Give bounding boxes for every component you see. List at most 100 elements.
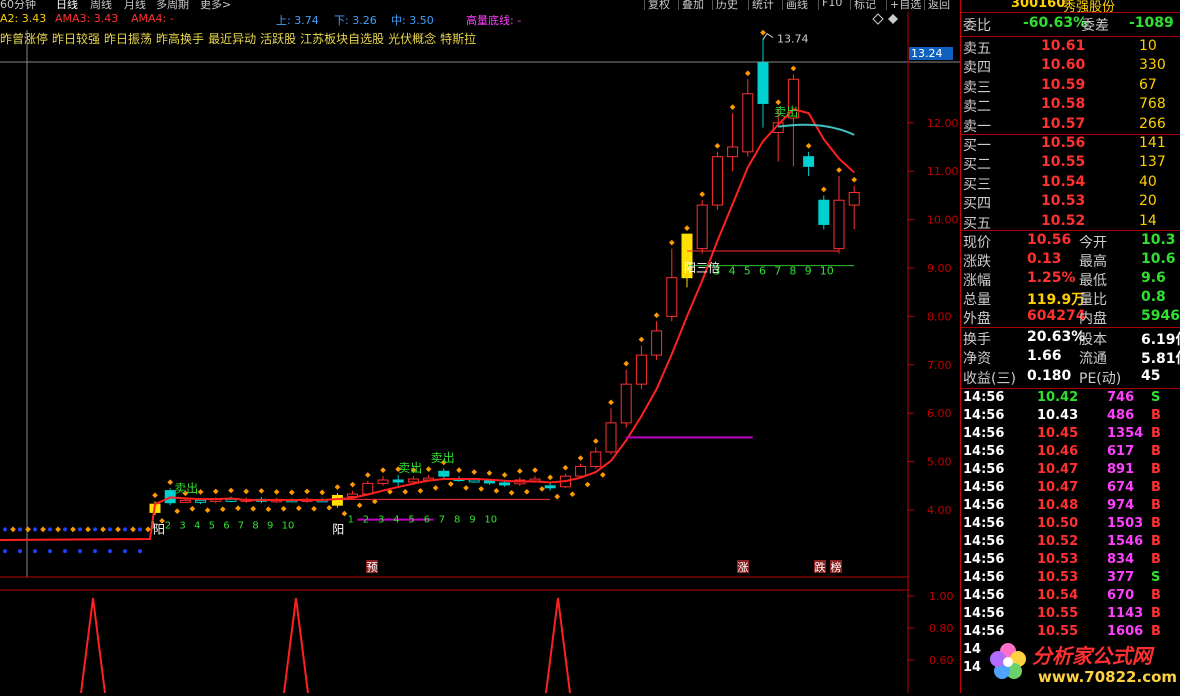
yang-label: 阳 [332, 522, 344, 536]
candle-body[interactable] [651, 330, 663, 356]
tick-row: 14:56 10.48 974 B [963, 498, 1161, 513]
candle-body[interactable] [666, 277, 678, 317]
signal-peak [545, 597, 571, 693]
mid-band-value: 中: 3.50 [391, 14, 434, 27]
candle-body[interactable] [590, 451, 602, 467]
candle-body[interactable] [392, 479, 404, 483]
period-60min[interactable]: 60分钟 [0, 0, 36, 12]
sell-level-row: 卖一 10.57 266 [963, 115, 1166, 135]
overlay-button[interactable]: 叠加 [678, 0, 707, 11]
tick-row: 14:56 10.43 486 B [963, 408, 1161, 423]
candle-body[interactable] [605, 422, 617, 453]
signal-diamond [714, 143, 721, 149]
sub-tick-label: 1.00 [929, 590, 954, 603]
back-button[interactable]: 返回 [924, 0, 953, 11]
candle-body[interactable] [544, 485, 556, 489]
high-pointer [762, 32, 774, 40]
y-tick-label: 7.00 [927, 359, 952, 372]
signal-diamond [174, 508, 181, 514]
band-dot [123, 527, 127, 532]
period-week[interactable]: 周线 [90, 0, 112, 12]
signal-diamond [790, 65, 797, 72]
period-multi[interactable]: 多周期 [156, 0, 189, 12]
band-dot [63, 549, 67, 554]
count-label: 9 [469, 515, 475, 526]
rise-badge-text: 涨 [738, 561, 749, 574]
concept-tag[interactable]: 昨曾涨停 [0, 32, 48, 46]
count-label: 2 [363, 515, 369, 526]
count-label: 10 [820, 264, 834, 277]
band-dot [63, 527, 67, 532]
count-label: 7 [774, 264, 781, 277]
candle-body[interactable] [195, 499, 207, 503]
candle-body[interactable] [179, 499, 191, 503]
concept-tag[interactable]: 光伏概念 [388, 32, 436, 46]
lower-band-value: 下: 3.26 [334, 14, 377, 27]
signal-diamond [599, 472, 606, 478]
draw-button[interactable]: 画线 [782, 0, 811, 11]
band-dot [108, 549, 112, 554]
signal-diamond [851, 176, 858, 183]
concept-tag[interactable]: 活跃股 [260, 32, 296, 46]
kline-chart[interactable]: 4.005.006.007.008.009.0010.0011.0012.001… [0, 0, 960, 693]
signal-diamond [486, 470, 493, 476]
candle-body[interactable] [483, 480, 495, 484]
candle-body[interactable] [468, 479, 480, 483]
y-tick-label: 8.00 [927, 310, 952, 323]
weibi-row: 委比 -60.63% 委差 -1089 [963, 15, 1174, 34]
concept-tag[interactable]: 昨日振荡 [104, 32, 152, 46]
candle-body[interactable] [818, 199, 830, 225]
candle-body[interactable] [696, 204, 708, 250]
signal-diamond [532, 467, 538, 473]
stats-button[interactable]: 统计 [748, 0, 777, 11]
period-more[interactable]: 更多> [200, 0, 231, 12]
concept-tag[interactable]: 昨日较强 [52, 32, 100, 46]
signal-diamond [820, 186, 827, 193]
y-tick-label: 11.00 [927, 165, 959, 178]
add-watchlist-button[interactable]: +自选 [886, 0, 924, 11]
mark-button[interactable]: 标记 [850, 0, 879, 11]
candle-body[interactable] [331, 494, 343, 506]
concept-tag[interactable]: 特斯拉 [440, 32, 476, 46]
upper-band-value: 上: 3.74 [276, 14, 319, 27]
period-month[interactable]: 月线 [124, 0, 146, 12]
candle-body[interactable] [757, 62, 769, 104]
candle-body[interactable] [499, 482, 511, 486]
fuquan-button[interactable]: 复权 [644, 0, 673, 11]
candle-body[interactable] [362, 482, 374, 495]
candle-body[interactable] [742, 93, 754, 153]
band-dot [123, 549, 127, 554]
candle-body[interactable] [711, 156, 723, 206]
buy-level-row: 买一 10.56 141 [963, 135, 1166, 154]
candle-body[interactable] [377, 479, 389, 484]
signal-diamond [334, 484, 341, 490]
concept-tag[interactable]: 昨高换手 [156, 32, 204, 46]
signal-diamond [638, 336, 645, 343]
band-dot [48, 549, 52, 554]
candle-body[interactable] [407, 478, 419, 483]
y-tick-label: 4.00 [927, 504, 952, 517]
candle-body[interactable] [620, 383, 632, 424]
history-button[interactable]: 历史 [712, 0, 741, 11]
f10-button[interactable]: F10 [818, 0, 845, 10]
stat-row: 涨跌 0.13 最高 10.6 [963, 251, 1176, 270]
concept-tag[interactable]: 最近异动 [208, 32, 256, 46]
band-dot [3, 527, 7, 532]
fall-badge-text: 跌 [815, 560, 826, 574]
signal-diamond [516, 468, 523, 474]
period-day[interactable]: 日线 [56, 0, 78, 12]
tick-row: 14:56 10.53 377 S [963, 570, 1161, 585]
period-toolbar: 60分钟 日线 周线 月线 多周期 更多> 复权 叠加 历史 统计 画线 F10… [0, 0, 960, 12]
candle-body[interactable] [833, 199, 845, 250]
concept-tag[interactable]: 江苏板块自选股 [300, 32, 384, 46]
candle-body[interactable] [347, 493, 359, 497]
weibi-value: -60.63% [1023, 15, 1088, 31]
candle-body[interactable] [848, 191, 860, 206]
signal-diamond [364, 472, 371, 478]
band-dot [78, 549, 82, 554]
candle-body[interactable] [575, 465, 587, 477]
candle-body[interactable] [803, 156, 815, 167]
candle-body[interactable] [635, 354, 647, 385]
candle-body[interactable] [438, 470, 450, 477]
candle-body[interactable] [727, 146, 739, 158]
